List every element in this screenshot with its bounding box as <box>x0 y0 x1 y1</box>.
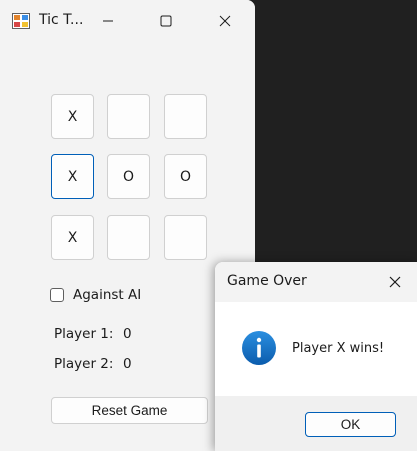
close-button[interactable] <box>202 0 248 42</box>
dialog-title: Game Over <box>227 273 307 289</box>
board-cell-2[interactable] <box>107 94 150 139</box>
board-cell-5[interactable]: O <box>107 154 150 199</box>
board-cell-4[interactable]: X <box>51 154 94 199</box>
maximize-icon <box>160 15 172 27</box>
player2-label: Player 2: <box>54 356 114 372</box>
against-ai-label: Against AI <box>73 287 142 303</box>
against-ai-checkbox[interactable] <box>50 288 64 302</box>
title-bar[interactable]: Tic T... <box>0 0 255 42</box>
close-icon <box>389 276 401 288</box>
minimize-icon <box>103 20 113 22</box>
maximize-button[interactable] <box>143 0 189 42</box>
player2-score: 0 <box>123 356 132 372</box>
game-over-dialog: Game Over Player X wins! OK <box>215 262 417 451</box>
board-cell-7[interactable]: X <box>51 215 94 260</box>
info-icon <box>242 331 276 365</box>
player1-score: 0 <box>123 326 132 342</box>
dialog-body: Player X wins! <box>215 302 417 396</box>
dialog-close-button[interactable] <box>373 262 417 302</box>
board-cell-8[interactable] <box>107 215 150 260</box>
ok-button[interactable]: OK <box>305 412 396 437</box>
reset-game-button[interactable]: Reset Game <box>51 397 208 424</box>
player1-label: Player 1: <box>54 326 114 342</box>
dialog-title-bar[interactable]: Game Over <box>215 262 417 302</box>
minimize-button[interactable] <box>85 0 131 42</box>
dialog-message: Player X wins! <box>292 341 385 356</box>
board-cell-1[interactable]: X <box>51 94 94 139</box>
board-cell-9[interactable] <box>164 215 207 260</box>
board-cell-3[interactable] <box>164 94 207 139</box>
dialog-footer: OK <box>215 396 417 451</box>
against-ai-option[interactable]: Against AI <box>50 286 141 304</box>
window-title: Tic T... <box>39 12 84 28</box>
board-cell-6[interactable]: O <box>164 154 207 199</box>
close-icon <box>219 15 231 27</box>
app-icon <box>12 13 30 29</box>
